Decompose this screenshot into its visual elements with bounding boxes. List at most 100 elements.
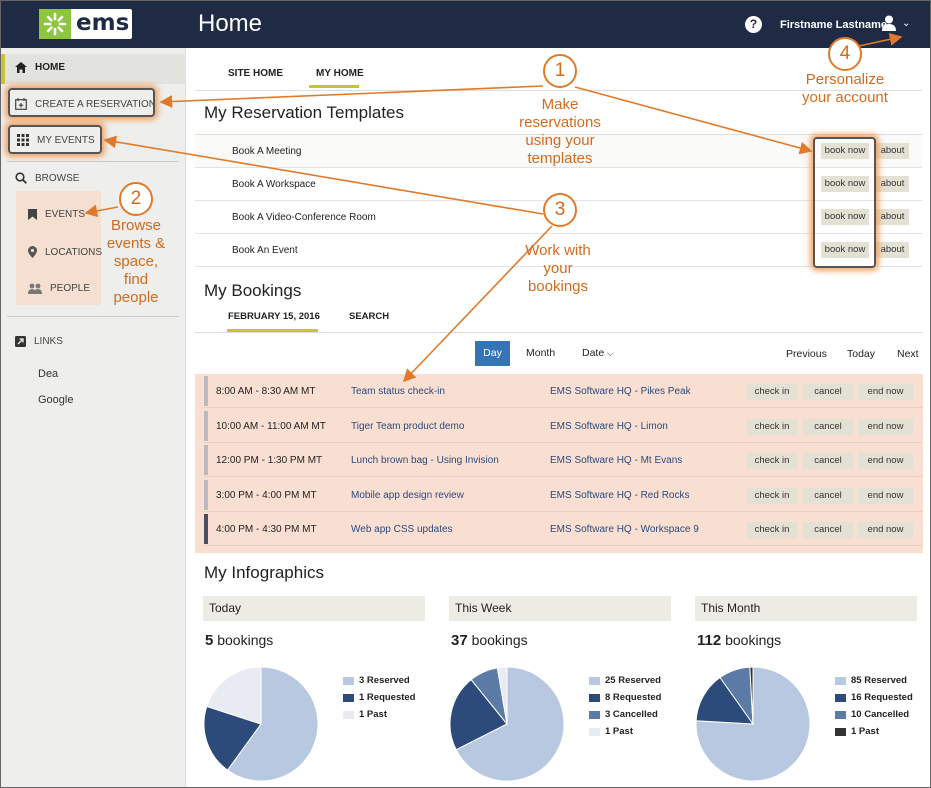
sidebar-item-home[interactable]: HOME bbox=[15, 62, 65, 73]
booking-row[interactable]: 4:00 PM - 4:30 PM MT Web app CSS updates… bbox=[204, 512, 923, 546]
next-button[interactable]: Next bbox=[897, 348, 919, 360]
map-pin-icon bbox=[28, 246, 37, 258]
infographic-count: 5 bookings bbox=[205, 632, 273, 649]
highlight-create-reservation bbox=[8, 88, 155, 117]
bookings-word: bookings bbox=[725, 632, 782, 648]
view-month-button[interactable]: Month bbox=[526, 347, 555, 359]
today-button[interactable]: Today bbox=[847, 348, 875, 360]
callout-3-text: Work with your bookings bbox=[525, 242, 591, 295]
booking-status-bar bbox=[204, 514, 208, 544]
legend-label: 1 Requested bbox=[359, 692, 416, 703]
sidebar-item-people[interactable]: PEOPLE bbox=[28, 283, 90, 294]
check-in-button[interactable]: check in bbox=[747, 522, 797, 538]
callout-1-badge: 1 bbox=[543, 54, 577, 88]
booking-count: 37 bbox=[451, 632, 468, 649]
cancel-button[interactable]: cancel bbox=[803, 453, 853, 469]
people-icon bbox=[28, 283, 42, 294]
booking-title[interactable]: Web app CSS updates bbox=[351, 524, 453, 535]
end-now-button[interactable]: end now bbox=[858, 487, 913, 504]
sidebar-divider bbox=[7, 316, 179, 317]
check-in-button[interactable]: check in bbox=[747, 418, 797, 435]
booking-location[interactable]: EMS Software HQ - Red Rocks bbox=[550, 490, 689, 501]
callout-2-badge: 2 bbox=[119, 182, 153, 216]
end-now-button[interactable]: end now bbox=[858, 522, 913, 538]
cancel-button[interactable]: cancel bbox=[803, 522, 853, 538]
previous-button[interactable]: Previous bbox=[786, 348, 827, 360]
infographic-panel: This Month 112 bookings 85 Reserved 16 Re… bbox=[695, 596, 917, 782]
booking-location[interactable]: EMS Software HQ - Pikes Peak bbox=[550, 386, 691, 397]
logo-mark-icon bbox=[39, 9, 71, 39]
legend-swatch bbox=[835, 727, 846, 736]
booking-title[interactable]: Mobile app design review bbox=[351, 490, 464, 501]
sidebar-item-label: LINKS bbox=[34, 336, 63, 347]
legend-label: 25 Reserved bbox=[605, 675, 661, 686]
cancel-button[interactable]: cancel bbox=[803, 418, 853, 435]
tab-bookings-date[interactable]: FEBRUARY 15, 2016 bbox=[228, 311, 320, 322]
check-in-button[interactable]: check in bbox=[747, 453, 797, 469]
cancel-button[interactable]: cancel bbox=[803, 384, 853, 400]
booking-row[interactable]: 10:00 AM - 11:00 AM MT Tiger Team produc… bbox=[204, 409, 923, 443]
about-button[interactable]: about bbox=[876, 176, 909, 192]
chevron-down-icon[interactable]: ⌄ bbox=[902, 18, 910, 29]
end-now-button[interactable]: end now bbox=[858, 384, 913, 400]
highlight-my-events bbox=[8, 125, 102, 154]
legend-swatch bbox=[835, 693, 846, 702]
booking-time: 10:00 AM - 11:00 AM MT bbox=[216, 420, 326, 432]
about-button[interactable]: about bbox=[876, 242, 909, 258]
ems-logo[interactable]: ems bbox=[39, 9, 132, 39]
user-name[interactable]: Firstname Lastname bbox=[780, 19, 887, 31]
booking-status-bar bbox=[204, 410, 208, 441]
legend-entry: 3 Reserved bbox=[343, 672, 416, 689]
check-in-button[interactable]: check in bbox=[747, 487, 797, 504]
legend-label: 10 Cancelled bbox=[851, 709, 910, 720]
legend-label: 16 Requested bbox=[851, 692, 913, 703]
legend-entry: 1 Requested bbox=[343, 689, 416, 706]
link-item-google[interactable]: Google bbox=[38, 394, 73, 406]
help-icon[interactable]: ? bbox=[745, 16, 762, 33]
sidebar-item-links[interactable]: LINKS bbox=[15, 336, 63, 347]
legend-entry: 25 Reserved bbox=[589, 672, 662, 689]
booking-location[interactable]: EMS Software HQ - Workspace 9 bbox=[550, 524, 699, 535]
about-button[interactable]: about bbox=[876, 209, 909, 225]
booking-row[interactable]: 8:00 AM - 8:30 AM MT Team status check-i… bbox=[204, 374, 923, 408]
view-date-button[interactable]: Date ⌵ bbox=[582, 347, 614, 359]
divider bbox=[195, 332, 922, 333]
infographic-panel: Today 5 bookings 3 Reserved 1 Requested 1 … bbox=[203, 596, 425, 782]
booking-row[interactable]: 3:00 PM - 4:00 PM MT Mobile app design r… bbox=[204, 478, 923, 512]
template-name: Book An Event bbox=[232, 245, 298, 256]
sidebar-item-locations[interactable]: LOCATIONS bbox=[28, 246, 102, 258]
user-icon[interactable] bbox=[882, 15, 896, 31]
booking-location[interactable]: EMS Software HQ - Mt Evans bbox=[550, 455, 682, 466]
top-bar: ems Home ? Firstname Lastname ⌄ bbox=[1, 1, 930, 48]
booking-row[interactable]: 12:00 PM - 1:30 PM MT Lunch brown bag - … bbox=[204, 443, 923, 477]
booking-time: 12:00 PM - 1:30 PM MT bbox=[216, 455, 323, 466]
booking-title[interactable]: Lunch brown bag - Using Invision bbox=[351, 455, 499, 466]
about-button[interactable]: about bbox=[876, 143, 909, 159]
tab-site-home[interactable]: SITE HOME bbox=[228, 68, 283, 79]
booking-time: 3:00 PM - 4:00 PM MT bbox=[216, 489, 317, 501]
check-in-button[interactable]: check in bbox=[747, 384, 797, 400]
cancel-button[interactable]: cancel bbox=[803, 487, 853, 504]
link-item-dea[interactable]: Dea bbox=[38, 368, 58, 380]
bookings-word: bookings bbox=[471, 632, 528, 648]
legend-label: 3 Cancelled bbox=[605, 709, 658, 720]
sidebar-item-browse[interactable]: BROWSE bbox=[15, 172, 79, 184]
view-day-button[interactable]: Day bbox=[475, 341, 510, 366]
sidebar-item-label: HOME bbox=[35, 62, 65, 73]
bookings-word: bookings bbox=[217, 632, 274, 648]
search-icon bbox=[15, 172, 27, 184]
end-now-button[interactable]: end now bbox=[858, 418, 913, 435]
templates-title: My Reservation Templates bbox=[204, 103, 404, 122]
end-now-button[interactable]: end now bbox=[858, 453, 913, 469]
legend-swatch bbox=[589, 727, 600, 736]
bookmark-icon bbox=[28, 209, 37, 220]
booking-title[interactable]: Team status check-in bbox=[351, 386, 445, 397]
booking-title[interactable]: Tiger Team product demo bbox=[351, 421, 464, 432]
tab-my-home[interactable]: MY HOME bbox=[316, 68, 364, 79]
legend-swatch bbox=[343, 710, 354, 719]
legend-label: 1 Past bbox=[605, 726, 633, 737]
sidebar-item-events[interactable]: EVENTS bbox=[28, 209, 85, 220]
booking-count: 5 bbox=[205, 632, 214, 649]
booking-location[interactable]: EMS Software HQ - Limon bbox=[550, 421, 668, 432]
tab-bookings-search[interactable]: SEARCH bbox=[349, 311, 389, 322]
